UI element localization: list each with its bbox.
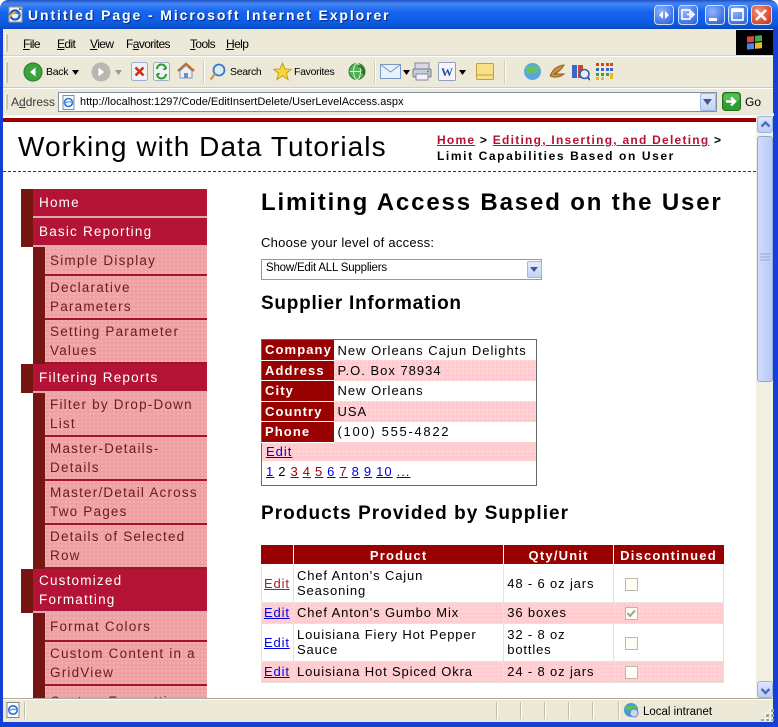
svg-text:W: W: [441, 65, 453, 79]
